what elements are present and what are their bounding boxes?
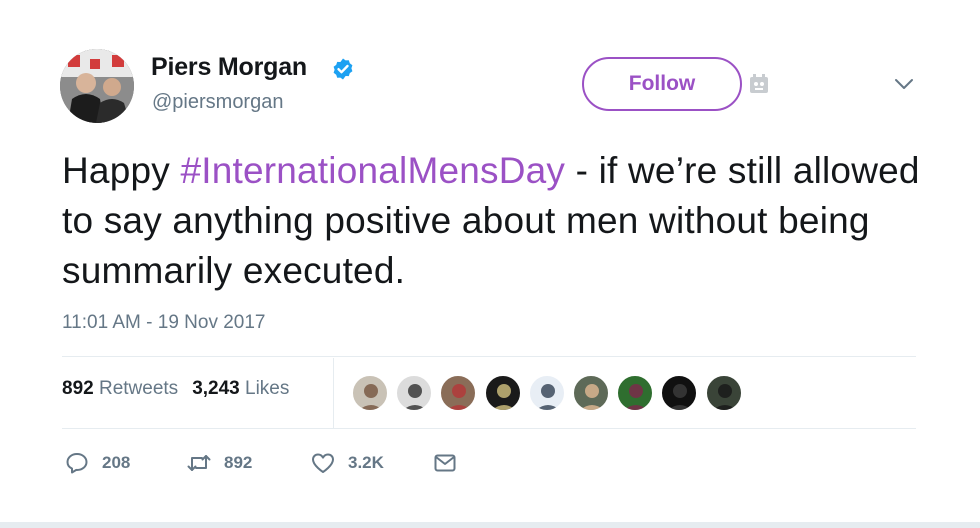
likes-label: Likes bbox=[245, 378, 290, 399]
retweet-icon bbox=[187, 455, 211, 471]
liker-avatar[interactable] bbox=[705, 375, 742, 411]
reply-button[interactable]: 208 bbox=[64, 450, 130, 476]
divider-bottom bbox=[62, 428, 916, 429]
chevron-down-icon[interactable] bbox=[893, 76, 915, 92]
retweets-stat[interactable]: 892 Retweets bbox=[62, 378, 178, 399]
retweets-count: 892 bbox=[62, 378, 94, 399]
liker-avatar[interactable] bbox=[352, 375, 388, 411]
hashtag-link[interactable]: #InternationalMensDay bbox=[180, 150, 565, 191]
liker-avatar[interactable] bbox=[440, 375, 477, 411]
extension-bot-icon[interactable] bbox=[749, 73, 769, 95]
liker-avatar[interactable] bbox=[661, 375, 698, 411]
tweet-timestamp[interactable]: 11:01 AM - 19 Nov 2017 bbox=[62, 312, 266, 334]
liker-avatar[interactable] bbox=[528, 375, 565, 411]
follow-button[interactable]: Follow bbox=[582, 57, 742, 111]
tweet-text-prefix: Happy bbox=[62, 150, 181, 191]
retweet-button[interactable]: 892 bbox=[186, 450, 252, 476]
liker-avatar[interactable] bbox=[617, 375, 654, 411]
like-count: 3.2K bbox=[348, 453, 384, 472]
tweet-stats: 892 Retweets 3,243 Likes bbox=[62, 378, 289, 400]
stats-separator bbox=[333, 358, 334, 428]
verified-badge-icon bbox=[333, 58, 353, 80]
envelope-icon bbox=[434, 454, 456, 472]
reply-icon bbox=[66, 453, 88, 474]
likes-stat[interactable]: 3,243 Likes bbox=[192, 378, 289, 399]
liker-avatar[interactable] bbox=[573, 375, 609, 411]
divider-top bbox=[62, 356, 916, 357]
tweet-card: Piers Morgan @piersmorgan Follow Happy #… bbox=[0, 0, 980, 528]
user-handle[interactable]: @piersmorgan bbox=[152, 91, 283, 114]
avatar-photo-icon bbox=[60, 49, 134, 123]
retweets-label: Retweets bbox=[98, 378, 179, 399]
user-display-name[interactable]: Piers Morgan bbox=[151, 53, 307, 82]
heart-icon bbox=[312, 453, 334, 473]
reply-count: 208 bbox=[102, 453, 131, 472]
likes-count: 3,243 bbox=[192, 378, 240, 399]
user-avatar[interactable] bbox=[60, 49, 134, 123]
liker-avatar[interactable] bbox=[396, 375, 433, 411]
retweet-count: 892 bbox=[224, 453, 253, 472]
direct-message-button[interactable] bbox=[432, 450, 458, 476]
liker-avatar[interactable] bbox=[484, 375, 521, 411]
like-button[interactable]: 3.2K bbox=[310, 450, 384, 476]
tweet-text: Happy #InternationalMensDay - if we’re s… bbox=[62, 146, 932, 296]
